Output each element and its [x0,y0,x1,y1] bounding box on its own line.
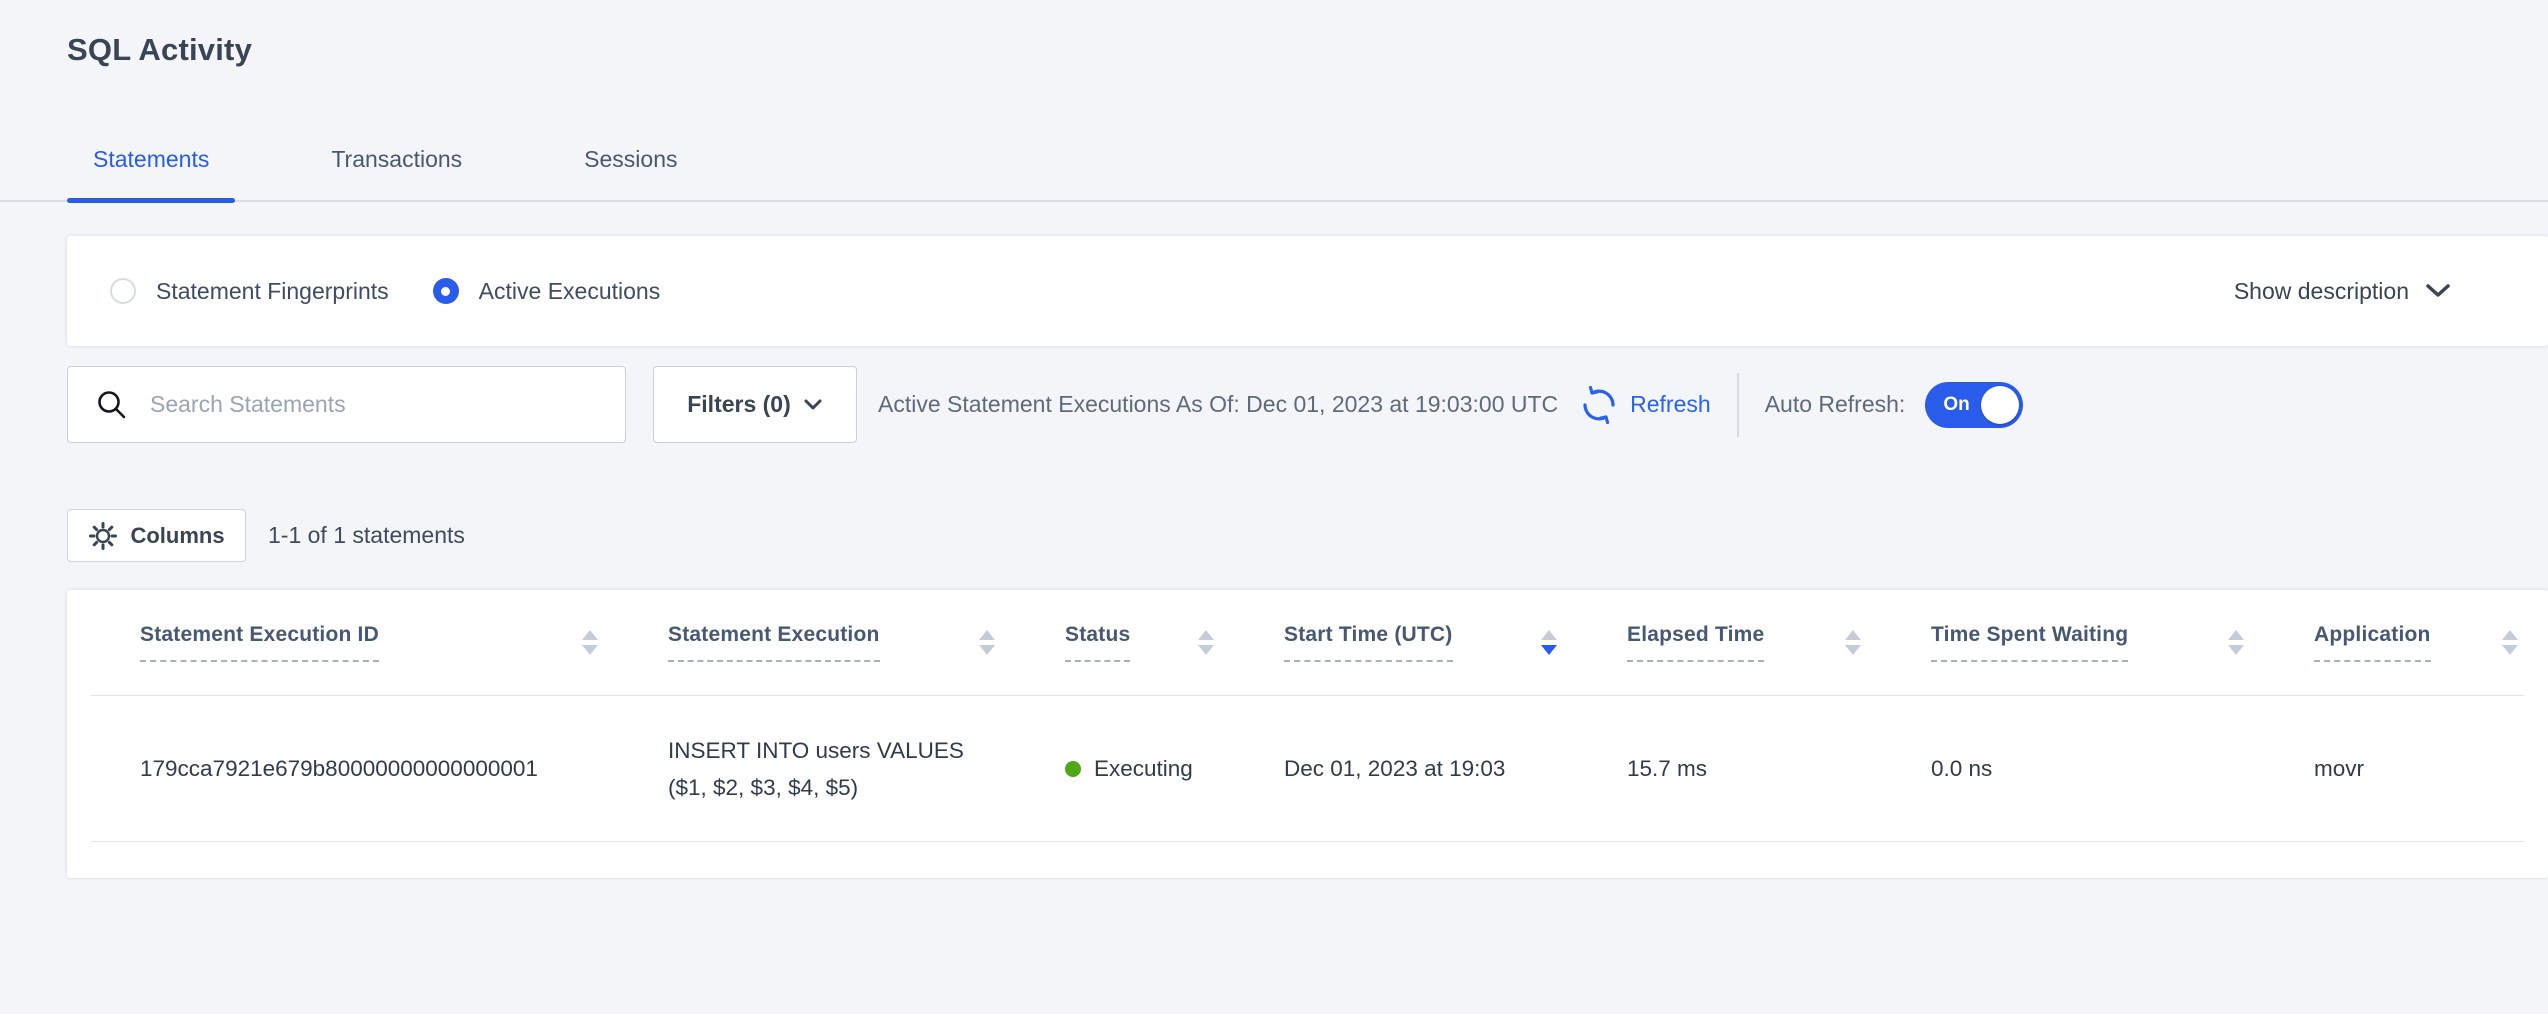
chevron-down-icon [2425,283,2451,299]
columns-button[interactable]: Columns [67,509,246,562]
auto-refresh-toggle[interactable]: On [1925,382,2023,428]
search-icon [95,388,129,422]
column-header-time-spent-waiting[interactable]: Time Spent Waiting [1931,623,2314,662]
cell-elapsed-time: 15.7 ms [1627,756,1931,782]
show-description-toggle[interactable]: Show description [2234,278,2451,305]
cell-time-spent-waiting: 0.0 ns [1931,756,2314,782]
as-of-timestamp: Active Statement Executions As Of: Dec 0… [878,391,1558,418]
status-executing-dot-icon [1065,761,1081,777]
table-header-row: Statement Execution ID Statement Executi… [91,590,2524,696]
filters-button-label: Filters (0) [687,391,791,418]
search-box[interactable] [67,366,626,443]
column-header-elapsed-time[interactable]: Elapsed Time [1627,623,1931,662]
refresh-icon [1580,386,1618,424]
cell-statement-execution[interactable]: INSERT INTO users VALUES ($1, $2, $3, $4… [668,732,1065,806]
column-header-status[interactable]: Status [1065,623,1284,662]
cell-status: Executing [1065,756,1284,782]
radio-active-executions[interactable]: Active Executions [433,278,661,305]
radio-unselected-icon[interactable] [110,278,136,304]
columns-button-label: Columns [130,523,224,549]
view-selector-card: Statement Fingerprints Active Executions… [67,236,2548,346]
tab-transactions[interactable]: Transactions [305,146,488,200]
statements-table: Statement Execution ID Statement Executi… [67,590,2548,878]
cell-start-time: Dec 01, 2023 at 19:03 [1284,756,1627,782]
column-header-application[interactable]: Application [2314,623,2524,662]
radio-selected-icon[interactable] [433,278,459,304]
table-controls: Columns 1-1 of 1 statements [67,509,2548,562]
tab-sessions[interactable]: Sessions [558,146,703,200]
table-row[interactable]: 179cca7921e679b80000000000000001 INSERT … [91,696,2524,842]
chevron-down-icon [803,398,823,411]
gear-icon [88,521,118,551]
results-count: 1-1 of 1 statements [268,522,465,549]
show-description-label: Show description [2234,278,2409,305]
refresh-button[interactable]: Refresh [1580,386,1711,424]
cell-application: movr [2314,756,2524,782]
search-input[interactable] [150,391,605,418]
page-title: SQL Activity [67,32,2548,68]
cell-execution-id[interactable]: 179cca7921e679b80000000000000001 [91,756,668,782]
radio-label: Statement Fingerprints [156,278,389,305]
sort-icon[interactable] [1198,630,1214,655]
filter-bar: Filters (0) Active Statement Executions … [67,366,2548,443]
refresh-label: Refresh [1630,391,1711,418]
sort-desc-icon[interactable] [1541,630,1557,655]
filters-button[interactable]: Filters (0) [653,366,857,443]
vertical-divider [1737,373,1739,437]
tab-bar: Statements Transactions Sessions [0,146,2548,202]
radio-label: Active Executions [479,278,661,305]
sort-icon[interactable] [2502,630,2518,655]
sort-icon[interactable] [582,630,598,655]
column-header-statement-execution[interactable]: Statement Execution [668,623,1065,662]
radio-statement-fingerprints[interactable]: Statement Fingerprints [110,278,389,305]
sort-icon[interactable] [2228,630,2244,655]
column-header-statement-execution-id[interactable]: Statement Execution ID [91,623,668,662]
sort-icon[interactable] [1845,630,1861,655]
tab-statements[interactable]: Statements [67,146,235,200]
sort-icon[interactable] [979,630,995,655]
toggle-knob[interactable] [1981,386,2019,424]
status-label: Executing [1094,756,1193,782]
column-header-start-time[interactable]: Start Time (UTC) [1284,623,1627,662]
auto-refresh-label: Auto Refresh: [1765,391,1906,418]
toggle-state-label: On [1943,394,1969,416]
